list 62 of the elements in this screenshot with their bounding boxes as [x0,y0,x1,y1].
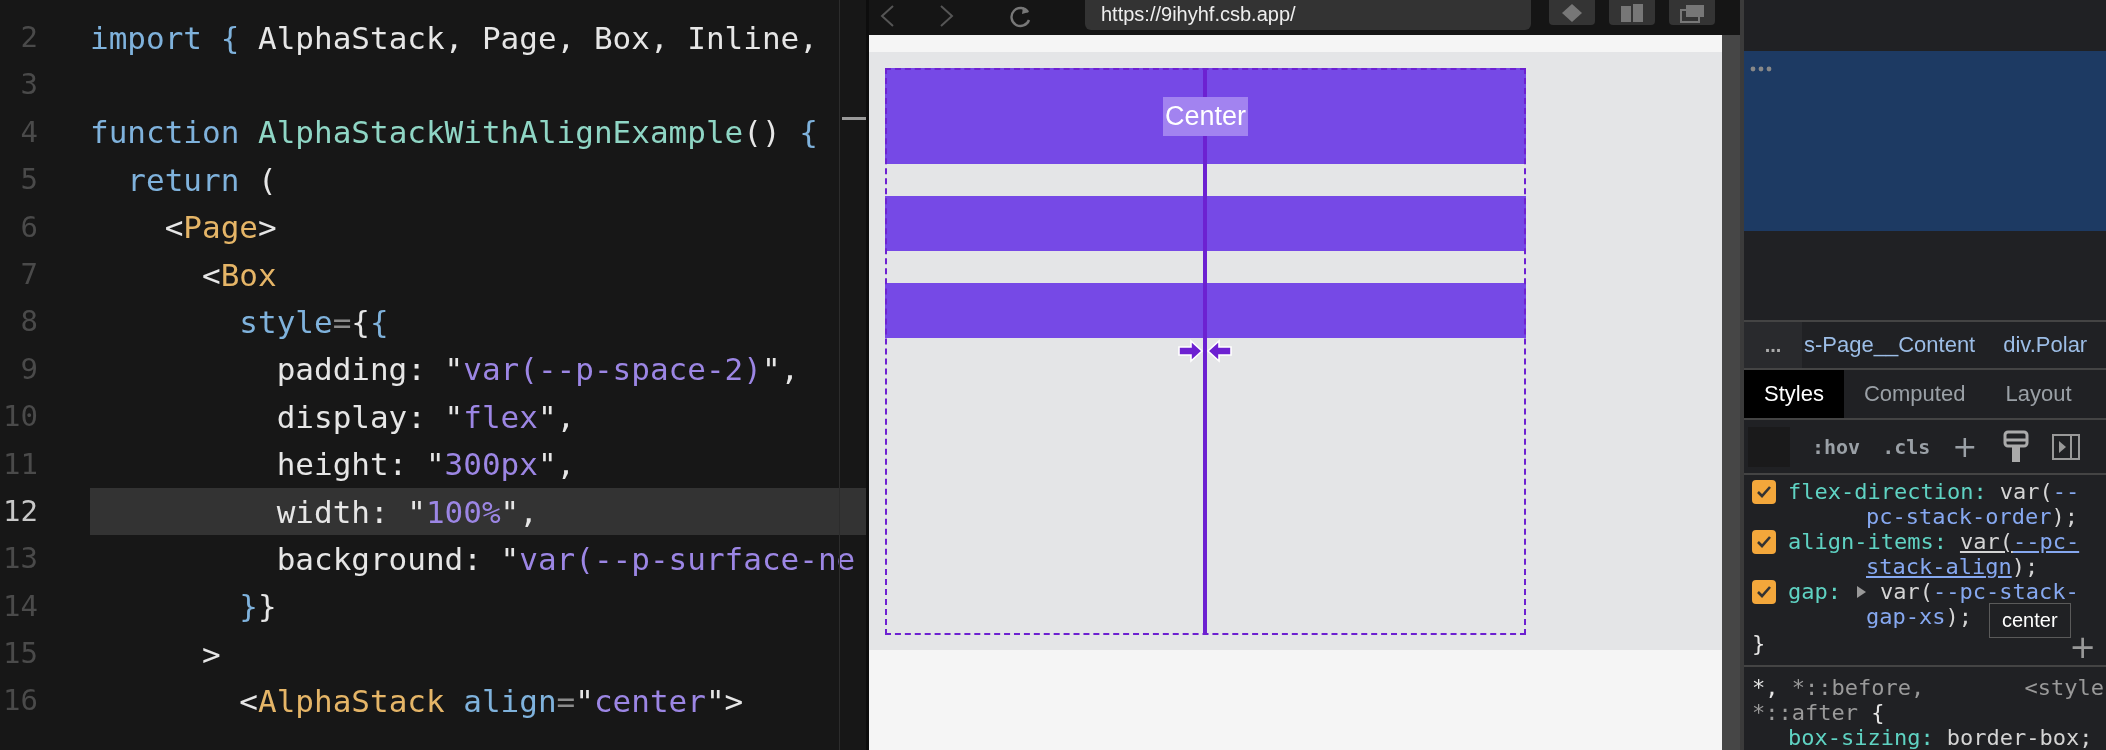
item-label: Center [1162,96,1248,136]
checkbox[interactable] [1752,479,1776,504]
css-value: stack-align); [1866,554,2039,579]
class-button[interactable]: .cls [1882,434,1931,459]
check-icon [1756,534,1772,549]
code-line: <Box [200,255,277,295]
css-selector: *, *::before, [1752,675,1925,700]
line-number: 12 [2,492,38,530]
code-line: height: "300px", [275,445,576,485]
sidebar-toggle-icon[interactable] [2051,431,2082,462]
panel-tab[interactable]: Styles [1744,370,1844,419]
css-value: var(--pc- [1959,529,2080,554]
windows-button[interactable] [1669,0,1715,25]
style-source-link[interactable]: <style [2024,675,2104,700]
css-value: var(--pc-stack- [1880,579,2079,604]
panel-tab[interactable]: Computed [1843,370,1986,419]
code-line: background: "var(--p-surface-ne [275,540,856,579]
code-line: return ( [126,160,277,200]
breadcrumb[interactable]: s-Page__Content [1804,332,1976,359]
rule-brace: } [1752,630,1766,656]
new-rule-button[interactable]: + [1952,429,1978,465]
expand-triangle-icon[interactable] [1854,583,1868,600]
selected-node-row[interactable] [1744,50,2106,231]
checkbox[interactable] [1752,579,1776,604]
css-property: gap: [1788,579,1841,604]
css-property: box-sizing: [1788,725,1934,750]
css-property: flex-direction: [1788,479,1987,504]
code-line: <AlphaStack align="center"> [238,682,744,722]
code-line: display: "flex", [275,397,576,437]
align-arrows-icon [1177,338,1233,366]
css-property: align-items: [1788,529,1947,554]
split-view-button[interactable] [1609,0,1655,25]
hover-state-button[interactable]: :hov [1812,434,1861,459]
css-selector: *::after { [1752,700,1885,725]
check-icon [1756,584,1772,599]
paint-brush-icon[interactable] [2001,429,2032,464]
css-value: var(-- [1999,479,2080,504]
ellipsis-icon[interactable] [1750,64,1774,73]
code-line: > [200,634,221,674]
code-line: <Page> [163,208,277,248]
tooltip: center [1989,603,2071,638]
more-button[interactable]: ... [1744,322,1802,369]
code-line: function AlphaStackWithAlignExample() { [90,113,818,153]
scrollbar[interactable] [1722,35,1740,750]
code-line: }} [238,587,277,627]
ruler-mark [842,117,866,120]
add-property-button[interactable]: + [2069,631,2096,663]
panels-icon [1618,1,1646,24]
code-line: import { AlphaStack, Page, Box, Inline, [90,18,818,58]
css-value: border-box; [1946,725,2093,750]
check-icon [1756,484,1772,499]
extension-button[interactable] [1549,0,1595,25]
css-value: pc-stack-order); [1866,504,2078,529]
reload-icon[interactable] [1007,4,1033,28]
code-line: padding: "var(--p-space-2)", [275,350,800,390]
panel-tab[interactable]: Layout [1985,370,2092,419]
address-bar[interactable]: https://9ihyhf.csb.app/ [1085,0,1531,30]
code-line: width: "100%", [275,492,538,532]
breadcrumb[interactable]: div.Polar [2003,332,2088,359]
checkbox[interactable] [1752,529,1776,554]
css-value: gap-xs); [1866,604,1972,629]
code-line: style={{ [238,303,389,343]
